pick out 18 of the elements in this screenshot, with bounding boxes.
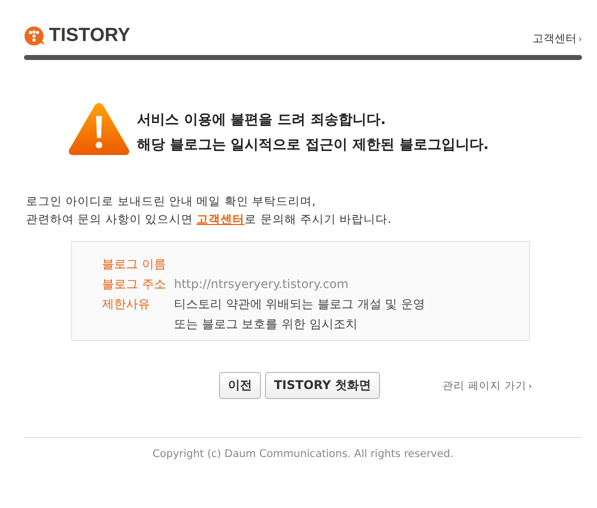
- notice-title: 서비스 이용에 불편을 드려 죄송합니다.: [137, 111, 387, 130]
- message-text: 로그인 아이디로 보내드린 안내 메일 확인 부탁드리며,: [26, 193, 317, 210]
- copyright-text: Copyright (c) Daum Communications. All rights reserved.: [152, 448, 454, 460]
- warning-icon: [68, 102, 130, 156]
- info-value: 또는 블로그 보호를 위한 임시조치: [174, 316, 358, 333]
- info-label: 블로그 주소: [102, 276, 167, 293]
- info-label: 블로그 이름: [102, 256, 167, 273]
- help-center-link[interactable]: 고객센터 ›: [532, 31, 582, 46]
- info-value: 티스토리 약관에 위배되는 블로그 개설 및 운영: [174, 296, 425, 313]
- notice-title: 해당 블로그는 일시적으로 접근이 제한된 블로그입니다.: [137, 136, 489, 155]
- admin-page-link[interactable]: 관리 페이지 가기 ›: [442, 378, 532, 392]
- message-text: 관련하여 문의 사항이 있으시면 고객센터 로 문의해 주시기 바랍니다.: [26, 211, 392, 228]
- nav-button[interactable]: TISTORY 첫화면: [265, 372, 380, 399]
- logo-icon: [24, 26, 46, 46]
- info-value: http://ntrsyeryery.tistory.com: [174, 276, 348, 293]
- logo-text[interactable]: TISTORY: [49, 26, 130, 46]
- info-label: 제한사유: [102, 296, 151, 313]
- nav-button[interactable]: 이전: [219, 372, 261, 399]
